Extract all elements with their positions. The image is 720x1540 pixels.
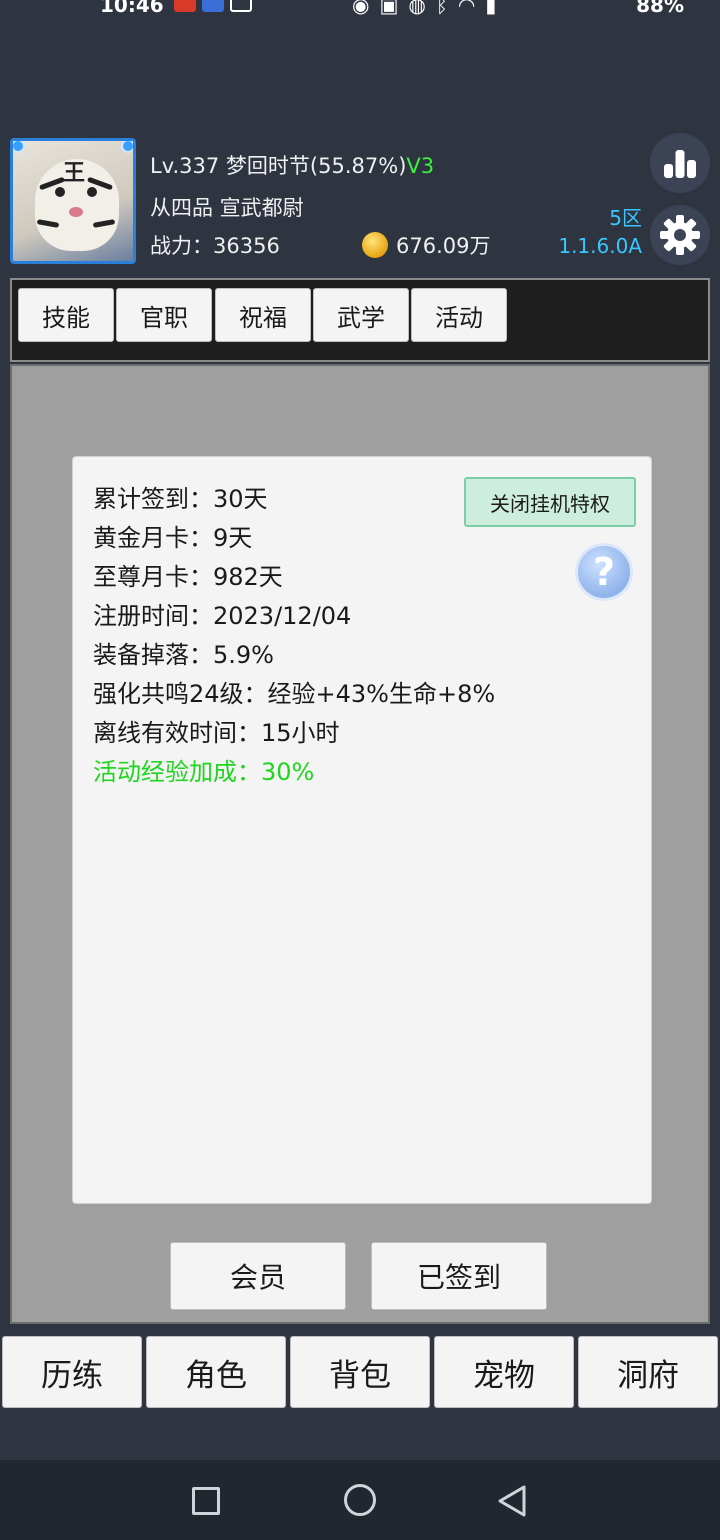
gear-icon <box>660 215 700 255</box>
info-line-supreme-card: 至尊月卡：982天 <box>93 563 283 591</box>
privilege-info-panel: 累计签到：30天 黄金月卡：9天 至尊月卡：982天 注册时间：2023/12/… <box>72 456 652 1204</box>
mute-icon: ◍ <box>408 0 426 17</box>
nfc-icon: ▣ <box>379 0 399 17</box>
app-notification-icon <box>174 0 196 12</box>
main-content: 累计签到：30天 黄金月卡：9天 至尊月卡：982天 注册时间：2023/12/… <box>10 364 710 1324</box>
nav-cave-dwelling[interactable]: 洞府 <box>578 1336 718 1408</box>
info-line-signin: 累计签到：30天 <box>93 485 268 513</box>
bluetooth-icon: ᛒ <box>435 0 448 17</box>
tab-skills[interactable]: 技能 <box>18 288 114 342</box>
avatar-tongue <box>69 207 83 217</box>
avatar-corner-gem <box>13 141 25 153</box>
notification-icons <box>174 0 252 12</box>
system-navigation-bar <box>0 1460 720 1540</box>
info-line-event-exp-bonus: 活动经验加成：30% <box>93 758 315 786</box>
player-header: 王 Lv.337 梦回时节(55.87%)V3 从四品 宣武都尉 战力：3635… <box>0 130 720 270</box>
tab-blessing[interactable]: 祝福 <box>215 288 311 342</box>
power-value: 战力：36356 <box>150 234 280 258</box>
level-line: Lv.337 梦回时节(55.87%)V3 <box>150 150 434 180</box>
eye-icon: ◉ <box>352 0 370 17</box>
nav-character[interactable]: 角色 <box>146 1336 286 1408</box>
info-line-resonance: 强化共鸣24级：经验+43%生命+8% <box>93 680 496 708</box>
settings-button[interactable] <box>650 205 710 265</box>
home-icon[interactable] <box>344 1484 376 1516</box>
help-icon[interactable]: ? <box>575 543 633 601</box>
signed-in-button[interactable]: 已签到 <box>371 1242 547 1310</box>
tab-official-rank[interactable]: 官职 <box>116 288 212 342</box>
vip-badge: V3 <box>406 154 435 178</box>
info-line-offline-time: 离线有效时间：15小时 <box>93 719 340 747</box>
nav-backpack[interactable]: 背包 <box>290 1336 430 1408</box>
tab-martial-arts[interactable]: 武学 <box>313 288 409 342</box>
avatar-corner-gem <box>121 141 133 153</box>
recent-apps-icon[interactable] <box>192 1487 220 1515</box>
server-zone: 5区 <box>609 206 642 230</box>
gold-coin-icon <box>362 232 388 258</box>
avatar-forehead-mark: 王 <box>63 161 86 186</box>
back-icon[interactable] <box>496 1484 528 1518</box>
info-line-register-date: 注册时间：2023/12/04 <box>93 602 352 630</box>
app-notification-icon <box>230 0 252 12</box>
function-tabs: 技能 官职 祝福 武学 活动 <box>10 278 710 362</box>
game-version: 1.1.6.0A <box>558 234 642 258</box>
member-button[interactable]: 会员 <box>170 1242 346 1310</box>
close-idle-privilege-button[interactable]: 关闭挂机特权 <box>464 477 636 527</box>
gold-amount: 676.09万 <box>396 234 491 258</box>
avatar[interactable]: 王 <box>10 138 136 264</box>
rank-title: 从四品 宣武都尉 <box>150 196 304 220</box>
info-line-drop-rate: 装备掉落：5.9% <box>93 641 274 669</box>
level-text: Lv.337 梦回时节(55.87%) <box>150 154 407 178</box>
app-notification-icon <box>202 0 224 12</box>
bar-chart-icon <box>664 150 696 178</box>
info-line-gold-card: 黄金月卡：9天 <box>93 524 253 552</box>
status-bar: 10:46 ◉ ▣ ◍ ᛒ ◠ ▮ 88% <box>0 0 720 20</box>
signal-icon: ▮ <box>485 0 497 17</box>
gold-balance: 676.09万 <box>362 230 490 260</box>
status-time: 10:46 <box>100 0 164 17</box>
avatar-eye <box>87 187 97 197</box>
system-status-icons: ◉ ▣ ◍ ᛒ ◠ ▮ <box>352 0 496 17</box>
wifi-icon: ◠ <box>457 0 476 17</box>
bottom-navigation: 历练 角色 背包 宠物 洞府 <box>0 1334 720 1410</box>
nav-training[interactable]: 历练 <box>2 1336 142 1408</box>
nav-pets[interactable]: 宠物 <box>434 1336 574 1408</box>
battery-percent: 88% <box>636 0 684 17</box>
tab-events[interactable]: 活动 <box>411 288 507 342</box>
avatar-eye <box>55 187 65 197</box>
ranking-button[interactable] <box>650 133 710 193</box>
